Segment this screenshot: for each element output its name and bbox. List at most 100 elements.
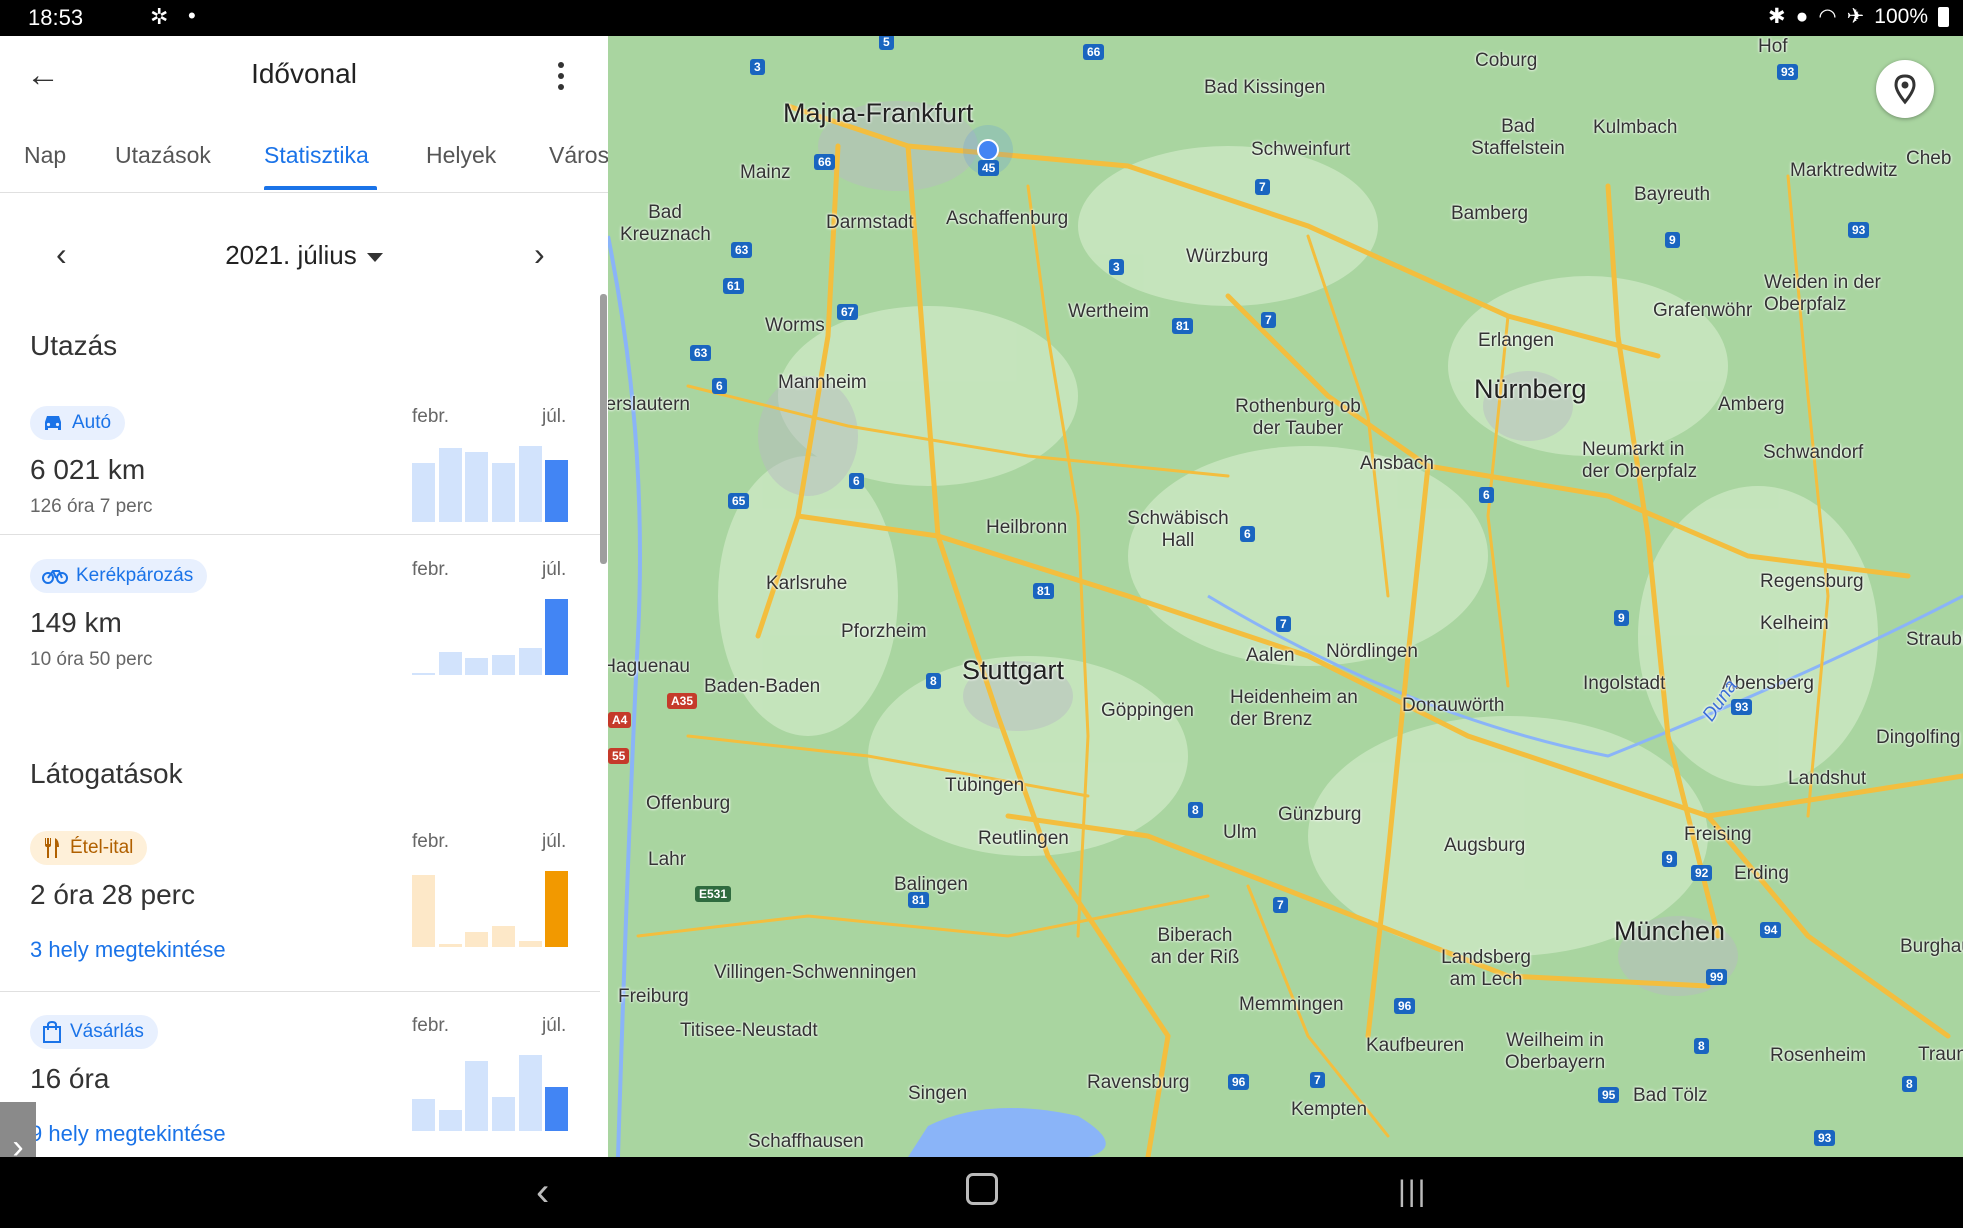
map-city-label: Bayreuth bbox=[1634, 184, 1711, 205]
chart-bar bbox=[518, 941, 542, 947]
month-navigator: ‹ 2021. július › bbox=[0, 232, 608, 292]
tab-places[interactable]: Helyek bbox=[426, 142, 496, 169]
chart-bar bbox=[465, 1061, 489, 1131]
chart-bar bbox=[492, 463, 515, 522]
map-city-label: Nördlingen bbox=[1326, 641, 1418, 662]
map-city-label: Burghausen bbox=[1900, 936, 1963, 957]
chart-bar bbox=[465, 452, 489, 522]
chart-bar bbox=[545, 871, 569, 947]
map-city-label: Schwandorf bbox=[1763, 442, 1864, 463]
car-chart: febr. júl. bbox=[410, 406, 570, 526]
shopping-bag-icon bbox=[43, 1021, 61, 1043]
airplane-icon: ✈ bbox=[1846, 5, 1865, 28]
nav-back-icon[interactable]: ‹ bbox=[536, 1167, 549, 1217]
stat-bike[interactable]: Kerékpározás 149 km 10 óra 50 perc febr.… bbox=[0, 559, 600, 719]
road-shield: 93 bbox=[1731, 699, 1753, 715]
food-places-link[interactable]: 3 hely megtekintése bbox=[30, 937, 226, 963]
stat-food[interactable]: Étel-ital 2 óra 28 perc 3 hely megtekint… bbox=[0, 831, 600, 1006]
road-shield: 96 bbox=[1228, 1074, 1250, 1090]
map-city-label: Bad Staffelstein bbox=[1471, 116, 1565, 159]
edge-panel-handle[interactable]: › bbox=[0, 1102, 36, 1157]
map-city-label: Heilbronn bbox=[986, 517, 1068, 538]
road-shield: 55 bbox=[608, 748, 630, 764]
stat-shopping[interactable]: Vásárlás 16 óra 9 hely megtekintése febr… bbox=[0, 1015, 600, 1157]
dropdown-arrow-icon bbox=[366, 252, 383, 262]
map-city-label: Majna-Frankfurt bbox=[783, 98, 974, 128]
map-city-label: Ulm bbox=[1223, 822, 1257, 843]
chart-bar bbox=[412, 463, 435, 522]
road-shield: 6 bbox=[1479, 487, 1494, 503]
map-city-label: Bad Kissingen bbox=[1204, 77, 1326, 98]
chart-bar bbox=[465, 932, 489, 947]
road-shield: 63 bbox=[690, 345, 712, 361]
wifi-icon: ◠ bbox=[1818, 5, 1837, 28]
road-shield: 93 bbox=[1777, 64, 1799, 80]
road-shield: 81 bbox=[1172, 318, 1194, 334]
map-city-label: Singen bbox=[908, 1083, 968, 1104]
map-city-label: Bad Tölz bbox=[1633, 1085, 1708, 1106]
tab-insights[interactable]: Statisztika bbox=[264, 142, 369, 169]
car-distance: 6 021 km bbox=[30, 454, 146, 485]
scrollbar-thumb[interactable] bbox=[600, 294, 607, 564]
road-shield: E531 bbox=[695, 886, 732, 902]
divider bbox=[0, 534, 600, 535]
status-bar: 18:53 ✲ • ✱ ● ◠ ✈ 100% bbox=[0, 0, 1963, 36]
nav-home-icon[interactable] bbox=[966, 1173, 998, 1205]
bike-chip: Kerékpározás bbox=[30, 559, 208, 593]
map-city-label: Rothenburg ob der Tauber bbox=[1235, 396, 1361, 439]
tab-day[interactable]: Nap bbox=[24, 142, 66, 169]
map-city-label: Tübingen bbox=[945, 775, 1025, 796]
map-city-label: Ansbach bbox=[1360, 453, 1434, 474]
road-shield: 6 bbox=[1240, 526, 1255, 542]
road-shield: 9 bbox=[1665, 232, 1680, 248]
next-month-icon[interactable]: › bbox=[534, 236, 545, 273]
map-city-label: München bbox=[1614, 916, 1726, 946]
month-label: 2021. július bbox=[225, 240, 357, 270]
map-pin-icon bbox=[1894, 74, 1916, 105]
places-pin-button[interactable] bbox=[1876, 60, 1934, 118]
chart-bar bbox=[438, 448, 462, 522]
map-city-label: Erding bbox=[1734, 863, 1789, 884]
chart-end-label: júl. bbox=[542, 831, 567, 852]
nav-recents-icon[interactable]: ||| bbox=[1398, 1167, 1427, 1217]
bike-duration: 10 óra 50 perc bbox=[30, 649, 153, 670]
map-city-label: Aschaffenburg bbox=[946, 208, 1069, 229]
map-city-label: Günzburg bbox=[1278, 804, 1362, 825]
stat-car[interactable]: Autó 6 021 km 126 óra 7 perc febr. júl. bbox=[0, 406, 600, 566]
divider bbox=[0, 991, 600, 992]
road-shield: 6 bbox=[849, 473, 864, 489]
car-icon bbox=[45, 416, 61, 430]
map-city-label: Marktredwitz bbox=[1790, 160, 1898, 181]
month-selector[interactable]: 2021. július bbox=[0, 240, 608, 271]
map-view[interactable]: Majna-Frankfurt Mainz Darmstadt Aschaffe… bbox=[608, 36, 1963, 1157]
road-shield: 81 bbox=[908, 892, 930, 908]
map-city-label: Landshut bbox=[1788, 768, 1867, 789]
map-city-label: Donauwörth bbox=[1402, 695, 1505, 716]
map-city-label: Villingen-Schwenningen bbox=[714, 962, 917, 983]
shopping-duration: 16 óra bbox=[30, 1063, 110, 1094]
map-city-label: Schweinfurt bbox=[1251, 139, 1351, 160]
map-city-label: Grafenwöhr bbox=[1653, 300, 1753, 321]
car-chip-label: Autó bbox=[72, 412, 112, 433]
map-city-label: Darmstadt bbox=[826, 212, 914, 233]
bike-bars bbox=[410, 599, 570, 675]
chart-start-label: febr. bbox=[412, 831, 449, 852]
chart-end-label: júl. bbox=[542, 406, 567, 427]
tab-trips[interactable]: Utazások bbox=[115, 142, 211, 169]
road-shield: 66 bbox=[1083, 44, 1105, 60]
map-city-label: Aalen bbox=[1246, 645, 1295, 666]
map-city-label: Schaffhausen bbox=[748, 1131, 864, 1152]
shopping-places-link[interactable]: 9 hely megtekintése bbox=[30, 1121, 226, 1147]
more-options-icon[interactable] bbox=[556, 62, 566, 95]
map-city-label: Amberg bbox=[1718, 394, 1785, 415]
car-bars bbox=[410, 446, 570, 522]
map-city-label: Straubing bbox=[1906, 629, 1963, 650]
map-city-label: Lahr bbox=[648, 849, 687, 870]
bluetooth-icon: ✱ bbox=[1768, 5, 1786, 28]
map-city-label: Stuttgart bbox=[962, 655, 1065, 685]
map-city-label: Traunstein bbox=[1918, 1044, 1963, 1065]
chart-bar bbox=[545, 460, 569, 522]
chart-bar bbox=[412, 1099, 435, 1131]
tab-cities[interactable]: Város bbox=[549, 142, 608, 169]
map-city-label: Mannheim bbox=[778, 372, 867, 393]
